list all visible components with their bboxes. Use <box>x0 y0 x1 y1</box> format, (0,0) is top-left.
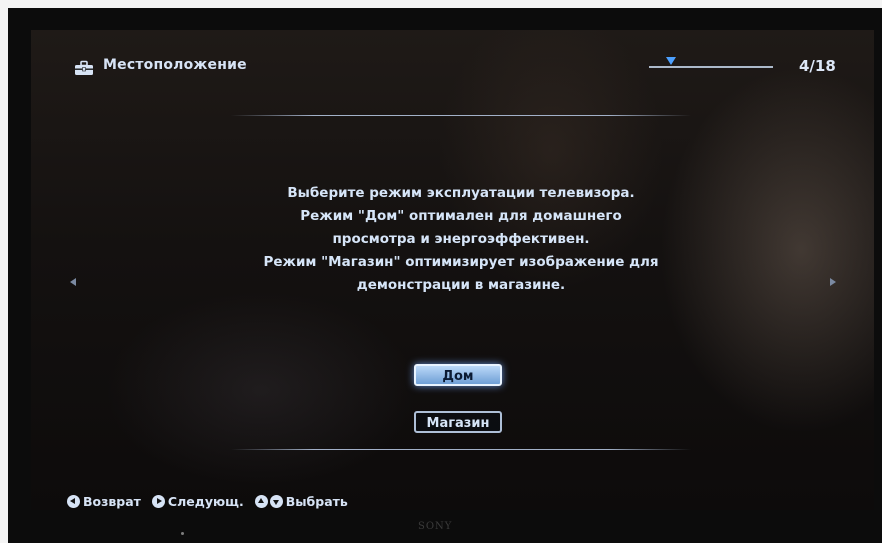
hint-select: Выбрать <box>254 494 348 509</box>
up-button-icon <box>254 495 268 508</box>
message-line: просмотра и энергоэффективен. <box>332 231 590 247</box>
hint-back: Возврат <box>67 494 141 509</box>
progress-track <box>649 66 773 68</box>
next-arrow-icon[interactable] <box>830 278 836 286</box>
down-button-icon <box>269 495 283 508</box>
back-button-icon <box>67 495 80 508</box>
screen-title: Местоположение <box>103 57 247 73</box>
divider-top <box>231 115 691 116</box>
step-counter: 4/18 <box>799 57 836 75</box>
message-line: Режим "Магазин" оптимизирует изображение… <box>263 254 659 270</box>
previous-arrow-icon[interactable] <box>70 278 76 286</box>
tv-screen: Местоположение 4/18 Выберите режим экспл… <box>31 30 874 510</box>
hint-next-label: Следующ. <box>167 494 244 509</box>
toolbox-icon <box>75 60 93 75</box>
hint-back-label: Возврат <box>83 494 141 509</box>
hint-next: Следующ. <box>151 494 244 509</box>
power-indicator <box>181 532 184 535</box>
tv-frame: Местоположение 4/18 Выберите режим экспл… <box>8 8 882 543</box>
message-line: Режим "Дом" оптимален для домашнего <box>300 208 622 224</box>
store-mode-button[interactable]: Магазин <box>414 411 502 433</box>
progress-marker-icon <box>665 57 676 65</box>
header-bar: Местоположение 4/18 <box>31 30 874 80</box>
message-line: Выберите режим эксплуатации телевизора. <box>287 185 635 201</box>
button-hints: Возврат Следующ. Выбрать <box>67 494 359 509</box>
next-button-icon <box>151 495 165 508</box>
divider-bottom <box>231 449 691 450</box>
message-line: демонстрации в магазине. <box>356 277 566 293</box>
hint-select-label: Выбрать <box>285 494 348 509</box>
instruction-message: Выберите режим эксплуатации телевизора. … <box>211 182 711 297</box>
brand-logo: SONY <box>418 521 453 532</box>
home-mode-button[interactable]: Дом <box>414 364 502 386</box>
